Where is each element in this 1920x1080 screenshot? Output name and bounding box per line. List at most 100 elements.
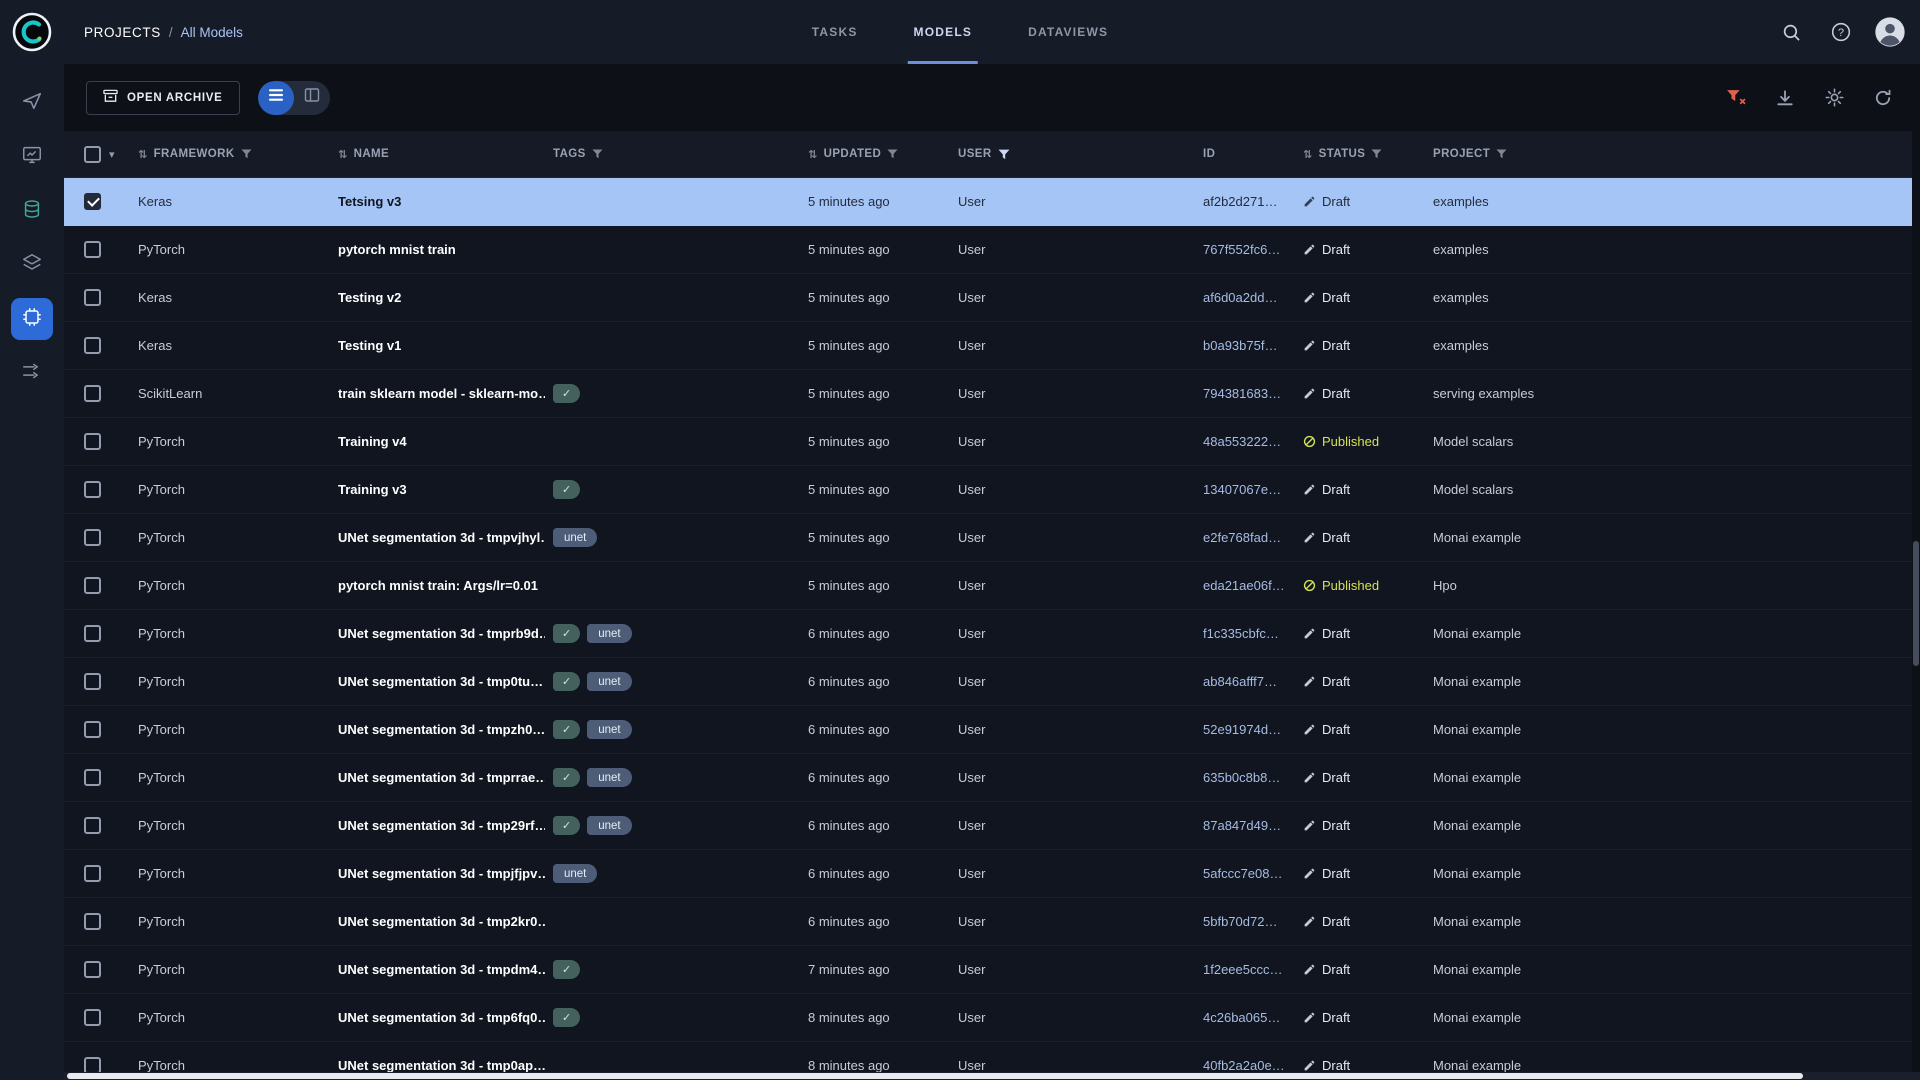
- table-row[interactable]: PyTorch UNet segmentation 3d - tmp0tu… ✓…: [64, 658, 1920, 706]
- col-name[interactable]: NAME: [354, 148, 389, 160]
- row-name[interactable]: Testing v2: [330, 290, 545, 305]
- filter-icon[interactable]: [887, 149, 898, 159]
- row-checkbox[interactable]: [84, 193, 101, 210]
- row-checkbox[interactable]: [84, 529, 101, 546]
- row-checkbox[interactable]: [84, 961, 101, 978]
- sidebar-item-models[interactable]: [11, 298, 53, 340]
- breadcrumb-projects[interactable]: PROJECTS: [84, 25, 161, 40]
- col-user[interactable]: USER: [958, 148, 992, 160]
- sidebar-item-workers-queues[interactable]: [11, 352, 53, 394]
- col-framework[interactable]: FRAMEWORK: [154, 148, 235, 160]
- row-checkbox[interactable]: [84, 577, 101, 594]
- horizontal-scrollbar-thumb[interactable]: [67, 1073, 1803, 1079]
- col-status[interactable]: STATUS: [1319, 148, 1366, 160]
- row-name[interactable]: pytorch mnist train: Args/lr=0.01: [330, 578, 545, 593]
- clear-filters-icon[interactable]: [1719, 81, 1753, 115]
- filter-icon-active[interactable]: [998, 149, 1010, 160]
- row-name[interactable]: UNet segmentation 3d - tmp6fq0…: [330, 1010, 545, 1025]
- row-checkbox[interactable]: [84, 913, 101, 930]
- sort-icon[interactable]: ⇅: [138, 148, 148, 161]
- table-row[interactable]: PyTorch UNet segmentation 3d - tmprrae… …: [64, 754, 1920, 802]
- table-row[interactable]: PyTorch UNet segmentation 3d - tmp29rf… …: [64, 802, 1920, 850]
- table-row[interactable]: ScikitLearn train sklearn model - sklear…: [64, 370, 1920, 418]
- row-checkbox[interactable]: [84, 817, 101, 834]
- filter-icon[interactable]: [1371, 149, 1382, 159]
- row-name[interactable]: UNet segmentation 3d - tmprrae…: [330, 770, 545, 785]
- row-name[interactable]: UNet segmentation 3d - tmpdm4…: [330, 962, 545, 977]
- table-row[interactable]: PyTorch UNet segmentation 3d - tmpzh0… ✓…: [64, 706, 1920, 754]
- horizontal-scrollbar[interactable]: [64, 1072, 1920, 1080]
- row-checkbox[interactable]: [84, 1057, 101, 1072]
- filter-icon[interactable]: [241, 149, 252, 159]
- row-checkbox[interactable]: [84, 1009, 101, 1026]
- table-row[interactable]: PyTorch UNet segmentation 3d - tmp2kr0… …: [64, 898, 1920, 946]
- col-id[interactable]: ID: [1203, 148, 1215, 160]
- table-row[interactable]: PyTorch Training v3 ✓ 5 minutes ago User…: [64, 466, 1920, 514]
- vertical-scrollbar-thumb[interactable]: [1913, 541, 1919, 666]
- row-name[interactable]: UNet segmentation 3d - tmp0ap…: [330, 1058, 545, 1072]
- col-tags[interactable]: TAGS: [553, 148, 586, 160]
- row-name[interactable]: UNet segmentation 3d - tmpjfjpv…: [330, 866, 545, 881]
- sidebar-item-projects[interactable]: [11, 136, 53, 178]
- table-row[interactable]: PyTorch UNet segmentation 3d - tmpvjhyl……: [64, 514, 1920, 562]
- row-checkbox[interactable]: [84, 289, 101, 306]
- row-checkbox[interactable]: [84, 673, 101, 690]
- sort-icon[interactable]: ⇅: [1303, 148, 1313, 161]
- table-row[interactable]: PyTorch UNet segmentation 3d - tmp6fq0… …: [64, 994, 1920, 1042]
- row-checkbox[interactable]: [84, 625, 101, 642]
- table-view-button[interactable]: [258, 81, 294, 115]
- row-checkbox[interactable]: [84, 385, 101, 402]
- sort-icon[interactable]: ⇅: [338, 148, 348, 161]
- tab-models[interactable]: MODELS: [908, 0, 979, 64]
- tab-tasks[interactable]: TASKS: [806, 0, 864, 64]
- row-checkbox[interactable]: [84, 769, 101, 786]
- user-avatar[interactable]: [1874, 16, 1906, 48]
- row-name[interactable]: Tetsing v3: [330, 194, 545, 209]
- refresh-icon[interactable]: [1866, 81, 1900, 115]
- table-row[interactable]: Keras Testing v1 5 minutes ago User b0a9…: [64, 322, 1920, 370]
- row-name[interactable]: Training v3: [330, 482, 545, 497]
- col-project[interactable]: PROJECT: [1433, 148, 1490, 160]
- row-name[interactable]: train sklearn model - sklearn-mo…: [330, 386, 545, 401]
- table-row[interactable]: PyTorch UNet segmentation 3d - tmpdm4… ✓…: [64, 946, 1920, 994]
- download-icon[interactable]: [1768, 81, 1802, 115]
- select-dropdown-icon[interactable]: ▾: [109, 148, 115, 161]
- settings-icon[interactable]: [1817, 81, 1851, 115]
- filter-icon[interactable]: [592, 149, 603, 159]
- row-checkbox[interactable]: [84, 865, 101, 882]
- row-checkbox[interactable]: [84, 481, 101, 498]
- table-row[interactable]: PyTorch UNet segmentation 3d - tmp0ap… 8…: [64, 1042, 1920, 1072]
- row-checkbox[interactable]: [84, 433, 101, 450]
- table-row[interactable]: Keras Tetsing v3 5 minutes ago User af2b…: [64, 178, 1920, 226]
- row-checkbox[interactable]: [84, 337, 101, 354]
- table-row[interactable]: Keras Testing v2 5 minutes ago User af6d…: [64, 274, 1920, 322]
- sidebar-item-datasets[interactable]: [11, 190, 53, 232]
- select-all-checkbox[interactable]: [84, 146, 101, 163]
- sidebar-item-dashboard[interactable]: [11, 82, 53, 124]
- sort-icon[interactable]: ⇅: [808, 148, 818, 161]
- col-updated[interactable]: UPDATED: [824, 148, 882, 160]
- breadcrumb-all-models[interactable]: All Models: [181, 25, 243, 40]
- vertical-scrollbar[interactable]: [1912, 131, 1920, 1072]
- sidebar-item-reports[interactable]: [11, 244, 53, 286]
- row-name[interactable]: UNet segmentation 3d - tmp0tu…: [330, 674, 545, 689]
- card-view-button[interactable]: [294, 81, 330, 115]
- table-row[interactable]: PyTorch Training v4 5 minutes ago User 4…: [64, 418, 1920, 466]
- clearml-logo[interactable]: [0, 0, 64, 64]
- table-row[interactable]: PyTorch pytorch mnist train 5 minutes ag…: [64, 226, 1920, 274]
- row-name[interactable]: Training v4: [330, 434, 545, 449]
- row-name[interactable]: Testing v1: [330, 338, 545, 353]
- row-name[interactable]: UNet segmentation 3d - tmp2kr0…: [330, 914, 545, 929]
- row-name[interactable]: UNet segmentation 3d - tmp29rf…: [330, 818, 545, 833]
- row-name[interactable]: pytorch mnist train: [330, 242, 545, 257]
- tab-dataviews[interactable]: DATAVIEWS: [1022, 0, 1114, 64]
- row-name[interactable]: UNet segmentation 3d - tmprb9d…: [330, 626, 545, 641]
- filter-icon[interactable]: [1496, 149, 1507, 159]
- search-icon[interactable]: [1774, 15, 1808, 49]
- row-name[interactable]: UNet segmentation 3d - tmpzh0…: [330, 722, 545, 737]
- row-checkbox[interactable]: [84, 721, 101, 738]
- table-row[interactable]: PyTorch pytorch mnist train: Args/lr=0.0…: [64, 562, 1920, 610]
- open-archive-button[interactable]: OPEN ARCHIVE: [86, 81, 240, 115]
- table-row[interactable]: PyTorch UNet segmentation 3d - tmprb9d… …: [64, 610, 1920, 658]
- row-name[interactable]: UNet segmentation 3d - tmpvjhyl…: [330, 530, 545, 545]
